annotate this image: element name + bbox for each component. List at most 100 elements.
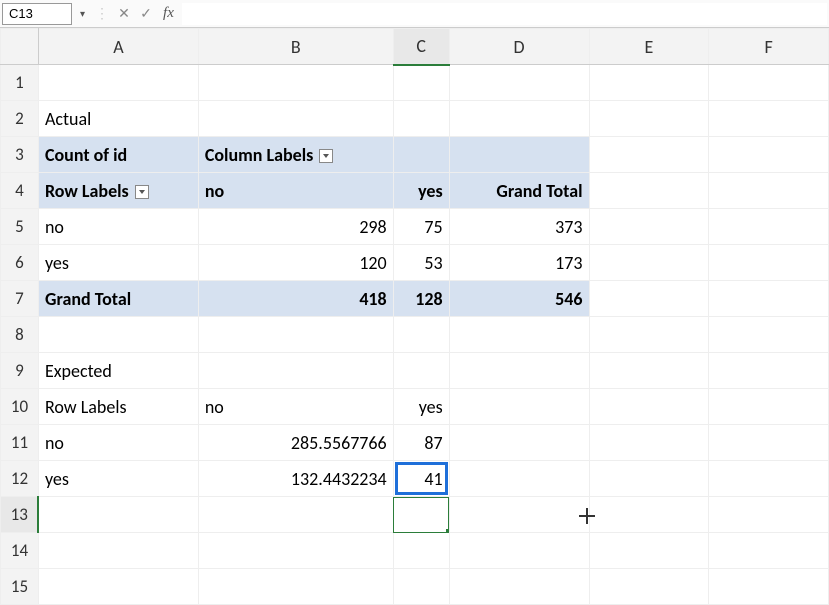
col-header-D[interactable]: D [449, 29, 589, 65]
cell-D5[interactable]: 373 [449, 209, 589, 245]
cell-D4[interactable]: Grand Total [449, 173, 589, 209]
cell-C3[interactable] [393, 137, 449, 173]
cell-C12[interactable]: 41 [393, 461, 449, 497]
cell-A14[interactable] [38, 533, 198, 569]
cell-B15[interactable] [198, 569, 393, 605]
cell-D12[interactable] [449, 461, 589, 497]
col-header-E[interactable]: E [589, 29, 709, 65]
row-header-5[interactable]: 5 [1, 209, 39, 245]
cell-C2[interactable] [393, 101, 449, 137]
row-header-13[interactable]: 13 [1, 497, 39, 533]
row-header-10[interactable]: 10 [1, 389, 39, 425]
cell-F4[interactable] [709, 173, 829, 209]
select-all-corner[interactable] [1, 29, 39, 65]
cell-F1[interactable] [709, 65, 829, 101]
cell-C9[interactable] [393, 353, 449, 389]
cell-F12[interactable] [709, 461, 829, 497]
cell-E10[interactable] [589, 389, 709, 425]
cell-B7[interactable]: 418 [198, 281, 393, 317]
cell-A12[interactable]: yes [38, 461, 198, 497]
cell-F11[interactable] [709, 425, 829, 461]
cell-F13[interactable] [709, 497, 829, 533]
cell-A2[interactable]: Actual [38, 101, 198, 137]
cell-B3[interactable]: Column Labels [198, 137, 393, 173]
row-header-14[interactable]: 14 [1, 533, 39, 569]
formula-input[interactable] [182, 3, 827, 25]
row-header-1[interactable]: 1 [1, 65, 39, 101]
cell-A3[interactable]: Count of id [38, 137, 198, 173]
cancel-icon[interactable]: ✕ [115, 5, 133, 22]
cell-D14[interactable] [449, 533, 589, 569]
row-labels-filter-icon[interactable] [135, 185, 149, 199]
cell-D7[interactable]: 546 [449, 281, 589, 317]
cell-D15[interactable] [449, 569, 589, 605]
cell-E8[interactable] [589, 317, 709, 353]
cell-E11[interactable] [589, 425, 709, 461]
spreadsheet-grid[interactable]: A B C D E F 1 2 Actual 3 Count of id Col… [0, 28, 829, 605]
cell-E13[interactable] [589, 497, 709, 533]
row-header-7[interactable]: 7 [1, 281, 39, 317]
cell-B12[interactable]: 132.4432234 [198, 461, 393, 497]
cell-B8[interactable] [198, 317, 393, 353]
cell-A7[interactable]: Grand Total [38, 281, 198, 317]
cell-D13[interactable] [449, 497, 589, 533]
cell-E3[interactable] [589, 137, 709, 173]
cell-E15[interactable] [589, 569, 709, 605]
cell-A9[interactable]: Expected [38, 353, 198, 389]
cell-F5[interactable] [709, 209, 829, 245]
cell-C5[interactable]: 75 [393, 209, 449, 245]
cell-F3[interactable] [709, 137, 829, 173]
cell-A4[interactable]: Row Labels [38, 173, 198, 209]
cell-D10[interactable] [449, 389, 589, 425]
cell-E7[interactable] [589, 281, 709, 317]
cell-B5[interactable]: 298 [198, 209, 393, 245]
cell-E9[interactable] [589, 353, 709, 389]
row-header-3[interactable]: 3 [1, 137, 39, 173]
cell-B1[interactable] [198, 65, 393, 101]
cell-B2[interactable] [198, 101, 393, 137]
name-box[interactable] [2, 3, 72, 25]
cell-B11[interactable]: 285.5567766 [198, 425, 393, 461]
column-labels-filter-icon[interactable] [319, 149, 333, 163]
cell-F6[interactable] [709, 245, 829, 281]
check-icon[interactable]: ✓ [137, 5, 155, 22]
cell-C7[interactable]: 128 [393, 281, 449, 317]
cell-D1[interactable] [449, 65, 589, 101]
col-header-C[interactable]: C [393, 29, 449, 65]
cell-D3[interactable] [449, 137, 589, 173]
cell-A6[interactable]: yes [38, 245, 198, 281]
cell-F8[interactable] [709, 317, 829, 353]
cell-E6[interactable] [589, 245, 709, 281]
cell-C11[interactable]: 87 [393, 425, 449, 461]
cell-D8[interactable] [449, 317, 589, 353]
cell-C8[interactable] [393, 317, 449, 353]
cell-C15[interactable] [393, 569, 449, 605]
cell-A5[interactable]: no [38, 209, 198, 245]
chevron-down-icon[interactable]: ▾ [76, 7, 89, 20]
row-header-9[interactable]: 9 [1, 353, 39, 389]
cell-E14[interactable] [589, 533, 709, 569]
cell-F15[interactable] [709, 569, 829, 605]
cell-F7[interactable] [709, 281, 829, 317]
cell-F9[interactable] [709, 353, 829, 389]
cell-A11[interactable]: no [38, 425, 198, 461]
cell-A13[interactable] [38, 497, 198, 533]
cell-A8[interactable] [38, 317, 198, 353]
cell-F2[interactable] [709, 101, 829, 137]
cell-E5[interactable] [589, 209, 709, 245]
cell-D9[interactable] [449, 353, 589, 389]
col-header-F[interactable]: F [709, 29, 829, 65]
cell-B14[interactable] [198, 533, 393, 569]
cell-F10[interactable] [709, 389, 829, 425]
row-header-2[interactable]: 2 [1, 101, 39, 137]
cell-C10[interactable]: yes [393, 389, 449, 425]
cell-C13[interactable] [393, 497, 449, 533]
fx-icon[interactable]: fx [159, 5, 178, 22]
cell-C6[interactable]: 53 [393, 245, 449, 281]
row-header-4[interactable]: 4 [1, 173, 39, 209]
cell-E2[interactable] [589, 101, 709, 137]
cell-C1[interactable] [393, 65, 449, 101]
cell-D2[interactable] [449, 101, 589, 137]
cell-B13[interactable] [198, 497, 393, 533]
row-header-15[interactable]: 15 [1, 569, 39, 605]
